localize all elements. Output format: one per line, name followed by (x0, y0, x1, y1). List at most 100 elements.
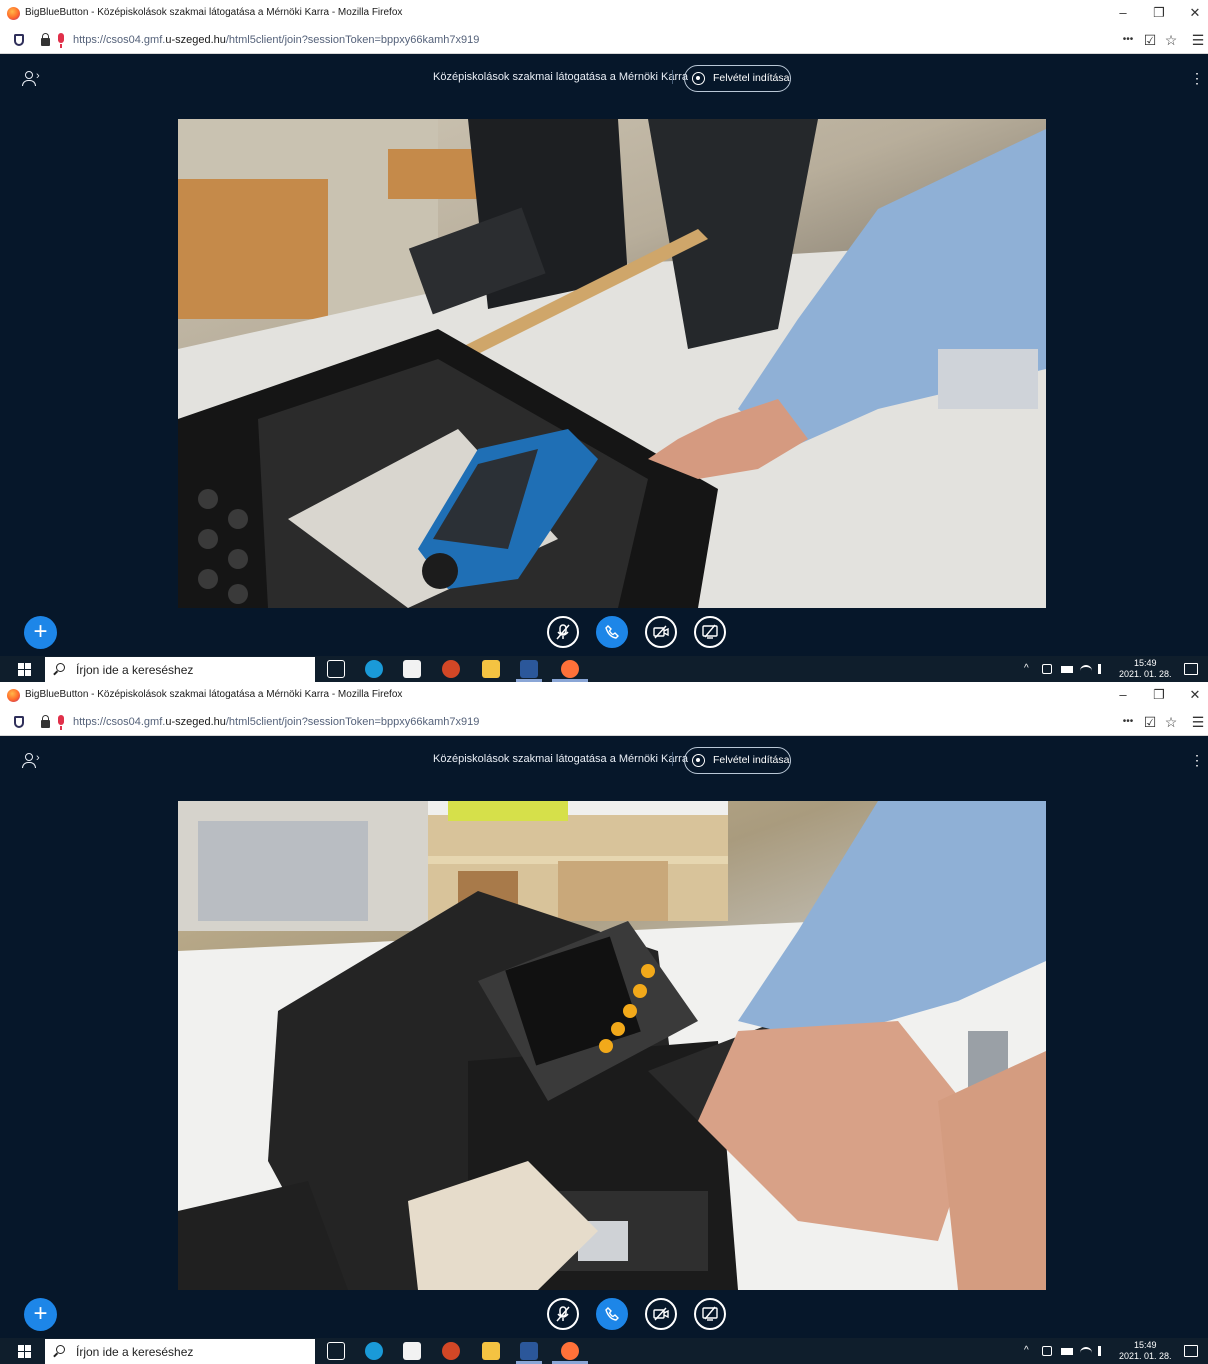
url-text[interactable]: https://csos04.gmf.u-szeged.hu/html5clie… (73, 716, 479, 728)
start-recording-button[interactable]: Felvétel indítása (684, 747, 791, 774)
close-button[interactable]: ✕ (1180, 685, 1208, 705)
leave-audio-button[interactable] (596, 1298, 628, 1330)
windows-start-icon[interactable] (18, 1345, 31, 1358)
bookmark-star-icon[interactable]: ☆ (1161, 30, 1181, 50)
search-placeholder: Írjon ide a kereséshez (76, 663, 194, 677)
task-view-icon[interactable] (327, 1342, 345, 1360)
url-path: /html5client/join?sessionToken=bppxy66ka… (225, 34, 480, 46)
tray-app-icon[interactable] (1042, 1346, 1052, 1356)
file-explorer-icon[interactable] (482, 1342, 500, 1360)
camera-off-icon (653, 1307, 669, 1321)
search-placeholder: Írjon ide a kereséshez (76, 1345, 194, 1359)
bookmark-star-icon[interactable]: ☆ (1161, 712, 1181, 732)
url-domain: u-szeged.hu (165, 34, 226, 46)
store-icon[interactable] (403, 1342, 421, 1360)
minimize-button[interactable]: – (1108, 3, 1138, 23)
share-webcam-button[interactable] (645, 616, 677, 648)
notification-center-icon[interactable] (1184, 663, 1198, 675)
pocket-icon[interactable]: ☑ (1140, 30, 1160, 50)
store-icon[interactable] (403, 660, 421, 678)
microphone-permission-icon[interactable] (58, 33, 64, 48)
tray-overflow-icon[interactable]: ^ (1024, 663, 1029, 674)
volume-icon[interactable] (1098, 664, 1108, 674)
options-menu-icon[interactable]: ⋮ (1190, 70, 1204, 86)
hamburger-menu-icon[interactable]: ☰ (1188, 30, 1208, 50)
user-icon-head (25, 71, 33, 79)
clock-date[interactable]: 2021. 01. 28. (1119, 669, 1172, 679)
lock-icon[interactable] (41, 33, 50, 46)
task-view-icon[interactable] (327, 660, 345, 678)
record-label: Felvétel indítása (713, 72, 790, 84)
close-button[interactable]: ✕ (1180, 3, 1208, 23)
battery-icon[interactable] (1061, 666, 1073, 673)
start-recording-button[interactable]: Felvétel indítása (684, 65, 791, 92)
record-label: Felvétel indítása (713, 754, 790, 766)
url-bar[interactable]: https://csos04.gmf.u-szeged.hu/html5clie… (0, 708, 1208, 736)
windows-start-icon[interactable] (18, 663, 31, 676)
wifi-icon[interactable] (1080, 1347, 1092, 1357)
user-icon-body (22, 80, 36, 86)
page-actions-icon[interactable]: ••• (1118, 712, 1138, 732)
screenshot-top: BigBlueButton - Középiskolások szakmai l… (0, 0, 1208, 682)
wifi-icon[interactable] (1080, 665, 1092, 675)
clock-time[interactable]: 15:49 (1134, 658, 1157, 668)
minimize-button[interactable]: – (1108, 685, 1138, 705)
windows-taskbar: Írjon ide a kereséshez ^ 15:49 2021. 01.… (0, 1338, 1208, 1364)
edge-icon[interactable] (365, 1342, 383, 1360)
clock-date[interactable]: 2021. 01. 28. (1119, 1351, 1172, 1361)
tray-app-icon[interactable] (1042, 664, 1052, 674)
taskbar-search-input[interactable]: Írjon ide a kereséshez (45, 657, 315, 682)
battery-icon[interactable] (1061, 1348, 1073, 1355)
hamburger-menu-icon[interactable]: ☰ (1188, 712, 1208, 732)
notification-center-icon[interactable] (1184, 1345, 1198, 1357)
powerpoint-icon[interactable] (442, 660, 460, 678)
firefox-title-bar: BigBlueButton - Középiskolások szakmai l… (0, 0, 1208, 26)
screen-share-off-icon (702, 624, 718, 639)
firefox-logo-icon (7, 7, 20, 20)
phone-icon (605, 1307, 619, 1321)
mute-microphone-button[interactable] (547, 1298, 579, 1330)
url-text[interactable]: https://csos04.gmf.u-szeged.hu/html5clie… (73, 34, 479, 46)
share-webcam-button[interactable] (645, 1298, 677, 1330)
screen-share-off-icon (702, 1306, 718, 1321)
tracking-shield-icon[interactable] (14, 34, 24, 46)
user-icon-head (25, 753, 33, 761)
mute-microphone-button[interactable] (547, 616, 579, 648)
powerpoint-icon[interactable] (442, 1342, 460, 1360)
page-actions-icon[interactable]: ••• (1118, 30, 1138, 50)
pocket-icon[interactable]: ☑ (1140, 712, 1160, 732)
video-stream (178, 801, 1046, 1290)
maximize-button[interactable]: ❐ (1144, 685, 1174, 705)
url-bar[interactable]: https://csos04.gmf.u-szeged.hu/html5clie… (0, 26, 1208, 54)
word-icon[interactable] (520, 660, 538, 678)
word-icon[interactable] (520, 1342, 538, 1360)
video-frame-thermometer (178, 119, 1046, 608)
title-separator (672, 70, 673, 84)
lock-icon[interactable] (41, 715, 50, 728)
file-explorer-icon[interactable] (482, 660, 500, 678)
video-stream (178, 119, 1046, 608)
edge-icon[interactable] (365, 660, 383, 678)
firefox-taskbar-icon[interactable] (561, 660, 579, 678)
url-path: /html5client/join?sessionToken=bppxy66ka… (225, 716, 480, 728)
volume-icon[interactable] (1098, 1346, 1108, 1356)
share-screen-button[interactable] (694, 616, 726, 648)
microphone-permission-icon[interactable] (58, 715, 64, 730)
share-screen-button[interactable] (694, 1298, 726, 1330)
actions-plus-button[interactable]: + (24, 1298, 57, 1331)
options-menu-icon[interactable]: ⋮ (1190, 752, 1204, 768)
url-prefix: https://csos04.gmf. (73, 716, 166, 728)
maximize-button[interactable]: ❐ (1144, 3, 1174, 23)
tracking-shield-icon[interactable] (14, 716, 24, 728)
search-icon (56, 663, 65, 672)
user-icon-body (22, 762, 36, 768)
chevron-right-icon: › (36, 70, 40, 82)
actions-plus-button[interactable]: + (24, 616, 57, 649)
taskbar-search-input[interactable]: Írjon ide a kereséshez (45, 1339, 315, 1364)
firefox-title-bar: BigBlueButton - Középiskolások szakmai l… (0, 682, 1208, 708)
clock-time[interactable]: 15:49 (1134, 1340, 1157, 1350)
leave-audio-button[interactable] (596, 616, 628, 648)
windows-taskbar: Írjon ide a kereséshez ^ 15:49 2021. 01.… (0, 656, 1208, 682)
tray-overflow-icon[interactable]: ^ (1024, 1345, 1029, 1356)
firefox-taskbar-icon[interactable] (561, 1342, 579, 1360)
